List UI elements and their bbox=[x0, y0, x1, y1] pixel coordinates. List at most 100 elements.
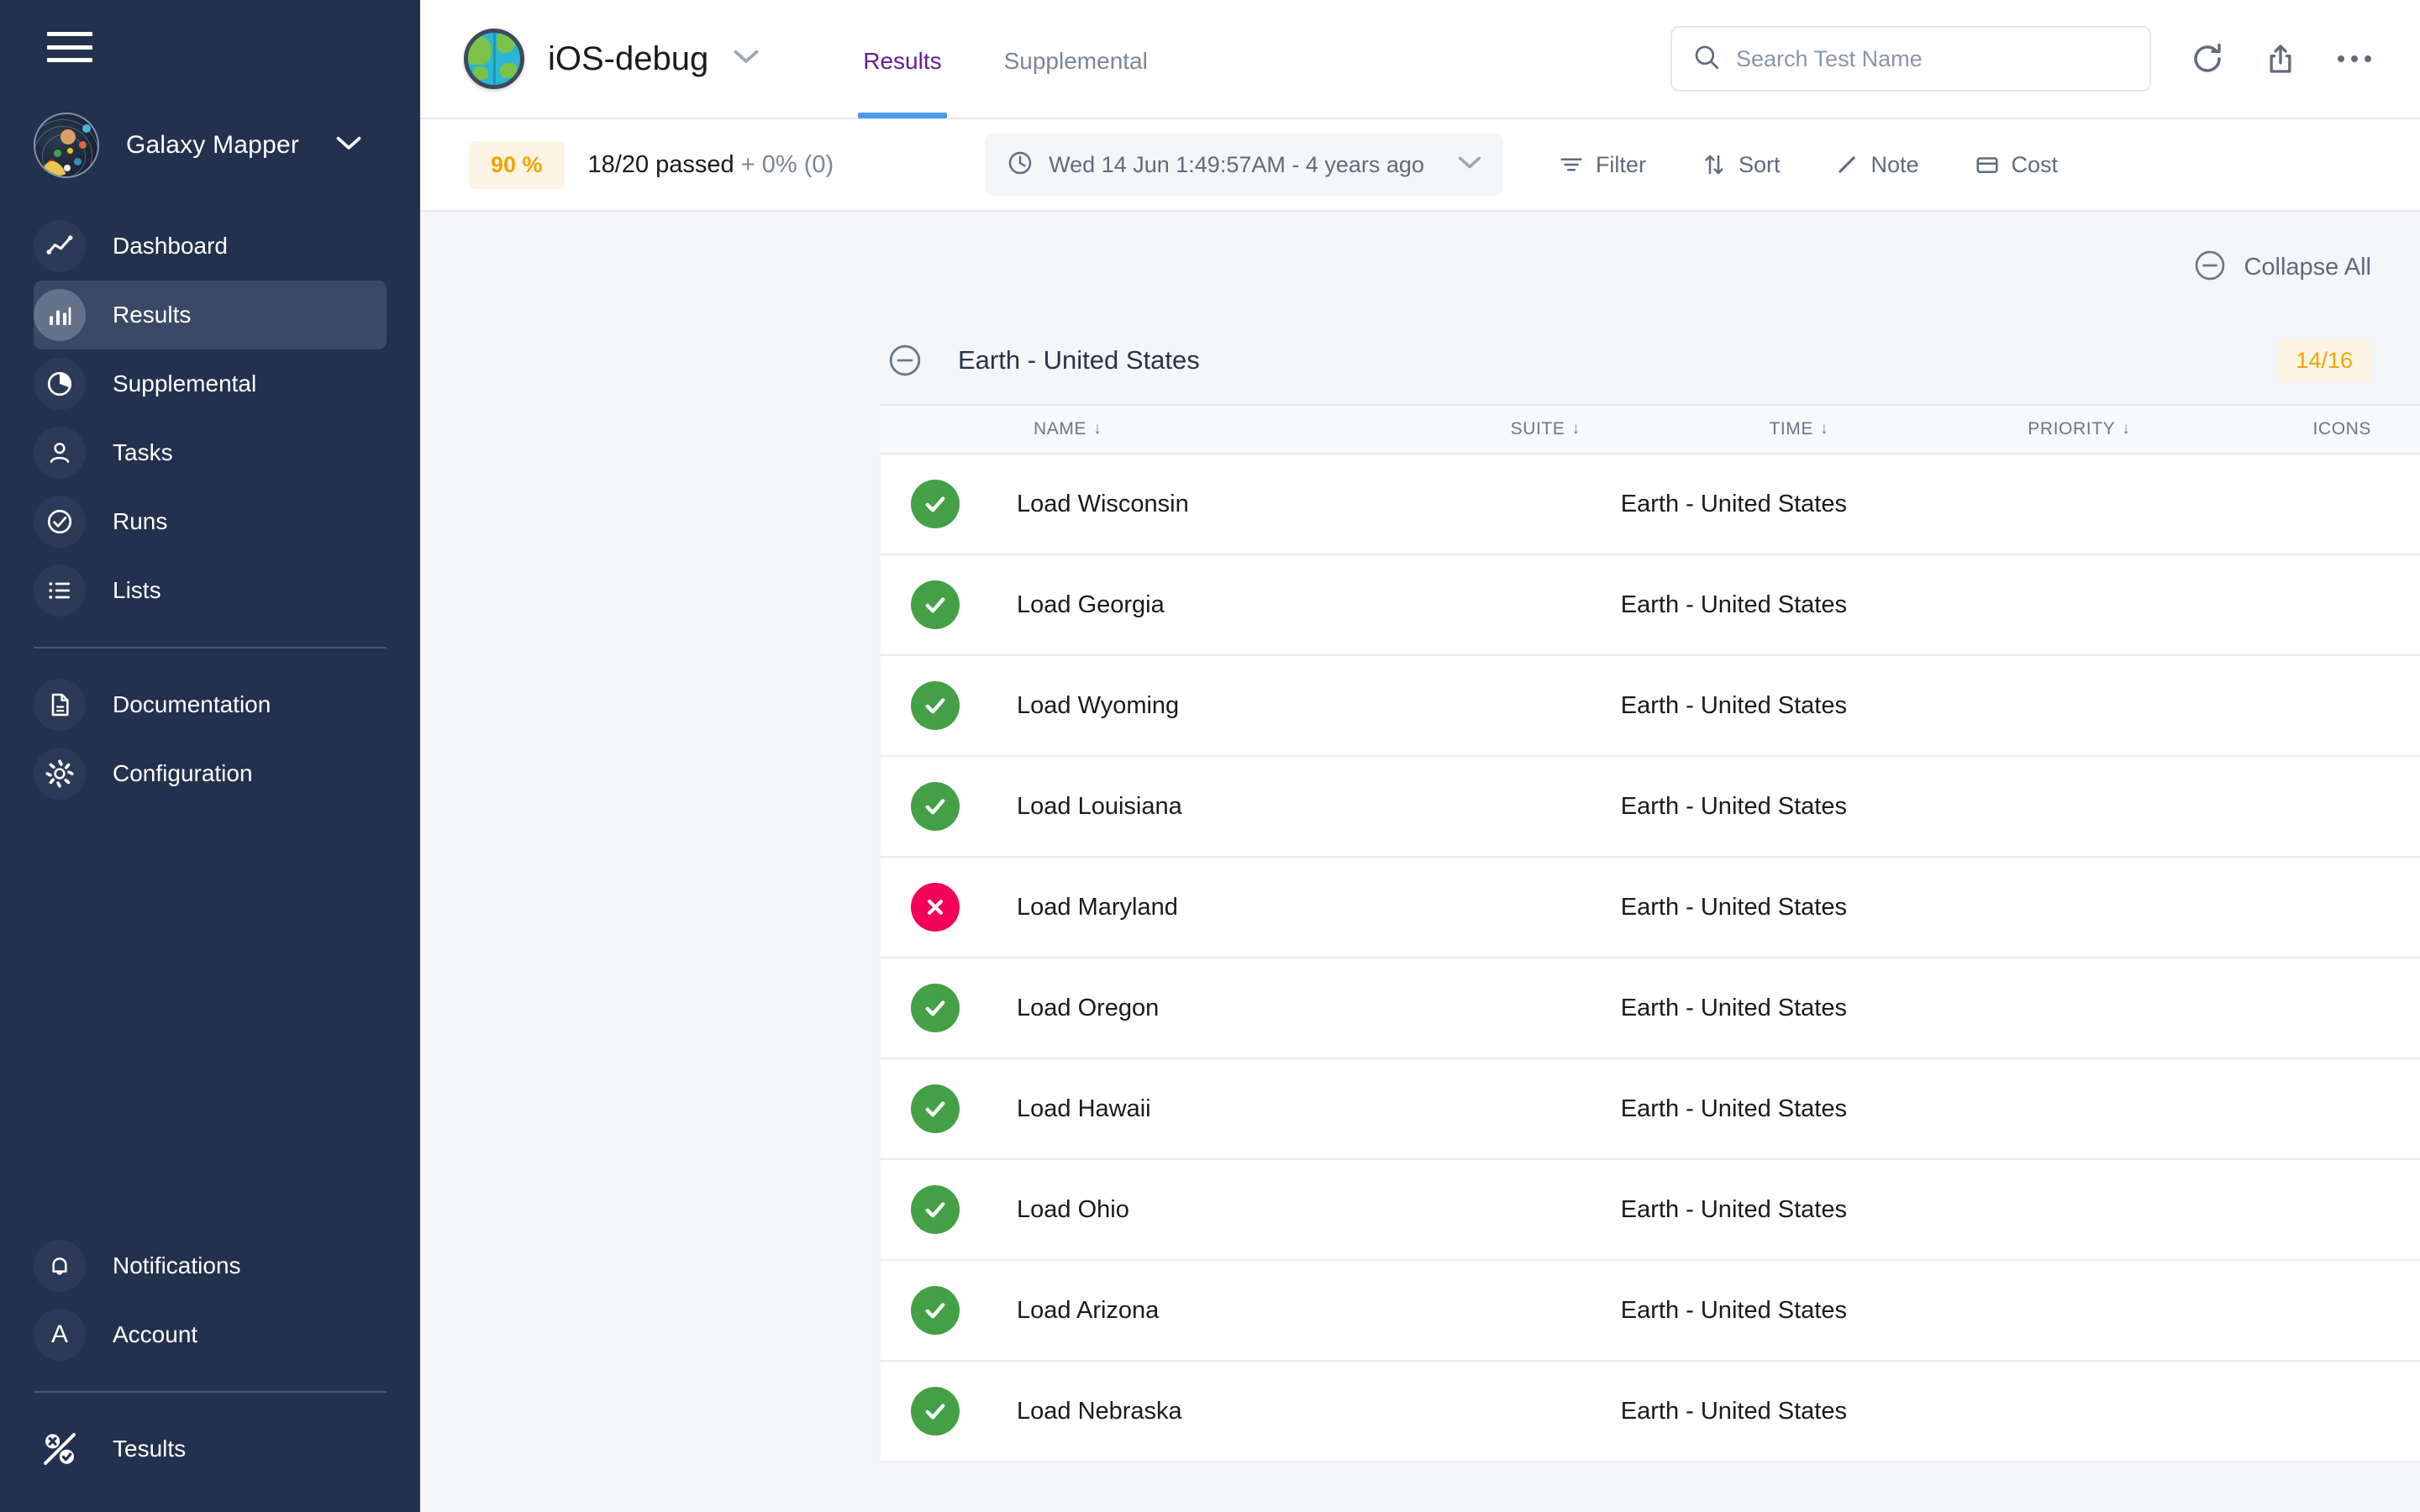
globe-land bbox=[473, 66, 488, 80]
filter-button[interactable]: Filter bbox=[1559, 152, 1646, 178]
column-header-priority-label: PRIORITY bbox=[2028, 419, 2116, 438]
more-options-icon[interactable] bbox=[2336, 53, 2373, 65]
sidebar-item-documentation[interactable]: Documentation bbox=[34, 670, 387, 739]
table-column-headers: NAME ↓ SUITE ↓ TIME ↓ PRIORITY ↓ ICONS bbox=[881, 404, 2420, 454]
refresh-icon[interactable] bbox=[2190, 41, 2225, 76]
pass-status-icon bbox=[911, 1286, 960, 1335]
project-selector[interactable]: iOS-debug bbox=[464, 29, 759, 89]
run-date-selector[interactable]: Wed 14 Jun 1:49:57AM - 4 years ago bbox=[985, 134, 1503, 196]
test-suite: Earth - United States bbox=[1620, 893, 1847, 921]
sort-button[interactable]: Sort bbox=[1702, 151, 1781, 178]
galaxy-avatar bbox=[34, 113, 99, 178]
pass-status-icon bbox=[911, 681, 960, 730]
sidebar-item-supplemental[interactable]: Supplemental bbox=[34, 349, 387, 418]
document-icon bbox=[34, 679, 86, 731]
pass-status-icon bbox=[911, 782, 960, 831]
sidebar-brand-tesults[interactable]: Tesults bbox=[34, 1415, 387, 1483]
pass-summary: 18/20 passed + 0% (0) bbox=[588, 151, 834, 179]
test-name: Load Nebraska bbox=[1017, 1397, 1182, 1425]
planet bbox=[67, 148, 73, 154]
list-icon bbox=[34, 564, 86, 617]
note-button[interactable]: Note bbox=[1835, 152, 1919, 178]
table-row[interactable]: Load Oregon Earth - United States bbox=[881, 958, 2420, 1059]
planet bbox=[64, 165, 71, 171]
search-input[interactable] bbox=[1736, 45, 2129, 72]
column-header-priority[interactable]: PRIORITY ↓ bbox=[2028, 419, 2312, 439]
test-name: Load Georgia bbox=[1017, 591, 1165, 618]
sidebar-item-tasks[interactable]: Tasks bbox=[34, 418, 387, 487]
pass-status-icon bbox=[911, 480, 960, 528]
test-suite: Earth - United States bbox=[1620, 591, 1847, 618]
top-bar-right bbox=[1670, 0, 2420, 118]
table-row[interactable]: Load Ohio Earth - United States bbox=[881, 1160, 2420, 1261]
table-row[interactable]: Load Arizona Earth - United States bbox=[881, 1261, 2420, 1362]
sidebar-item-notifications[interactable]: Notifications bbox=[34, 1231, 387, 1300]
test-name: Load Ohio bbox=[1017, 1195, 1129, 1223]
search-box[interactable] bbox=[1670, 26, 2151, 92]
bell-icon bbox=[34, 1240, 86, 1292]
sidebar-item-label: Results bbox=[113, 302, 192, 328]
column-header-icons[interactable]: ICONS bbox=[2313, 419, 2420, 439]
sort-label: Sort bbox=[1738, 151, 1781, 177]
pie-chart-icon bbox=[34, 358, 86, 410]
column-header-suite[interactable]: SUITE ↓ bbox=[1511, 419, 1770, 439]
sort-arrows-icon bbox=[1702, 152, 1727, 177]
chevron-down-icon[interactable] bbox=[734, 50, 759, 69]
chevron-down-icon[interactable] bbox=[336, 136, 361, 155]
table-row[interactable]: Load Maryland Earth - United States bbox=[881, 858, 2420, 958]
sidebar-item-lists[interactable]: Lists bbox=[34, 556, 387, 625]
person-icon bbox=[34, 427, 86, 479]
collapse-all-button[interactable]: Collapse All bbox=[420, 212, 2420, 286]
column-header-time[interactable]: TIME ↓ bbox=[1769, 419, 2028, 439]
sidebar-item-account[interactable]: A Account bbox=[34, 1300, 387, 1369]
results-table: Load Wisconsin Earth - United States Load … bbox=[881, 454, 2420, 1462]
group-header: Earth - United States 14/16 bbox=[420, 317, 2420, 404]
sidebar-item-configuration[interactable]: Configuration bbox=[34, 739, 387, 808]
cost-button[interactable]: Cost bbox=[1975, 152, 2058, 178]
share-icon[interactable] bbox=[2264, 42, 2297, 76]
pass-status-icon bbox=[911, 1387, 960, 1436]
sidebar-item-label: Account bbox=[113, 1321, 198, 1347]
group-toggle-icon[interactable] bbox=[887, 343, 923, 378]
test-name: Load Maryland bbox=[1017, 893, 1178, 921]
chevron-down-icon[interactable] bbox=[1458, 156, 1481, 174]
table-row[interactable]: Load Louisiana Earth - United States bbox=[881, 757, 2420, 858]
sidebar-item-runs[interactable]: Runs bbox=[34, 487, 387, 556]
sidebar-item-label: Configuration bbox=[113, 760, 253, 786]
planet bbox=[54, 150, 61, 157]
test-suite: Earth - United States bbox=[1620, 792, 1847, 820]
test-suite: Earth - United States bbox=[1620, 1095, 1847, 1122]
sidebar-item-dashboard[interactable]: Dashboard bbox=[34, 212, 387, 281]
sort-arrow-icon: ↓ bbox=[1093, 420, 1102, 438]
planet bbox=[82, 124, 91, 133]
sidebar-divider bbox=[34, 1391, 387, 1393]
column-header-name-label: NAME bbox=[1034, 419, 1087, 438]
table-row[interactable]: Load Nebraska Earth - United States bbox=[881, 1362, 2420, 1462]
test-suite: Earth - United States bbox=[1620, 1195, 1847, 1223]
clock-icon bbox=[1007, 150, 1034, 181]
tab-supplemental[interactable]: Supplemental bbox=[999, 48, 1153, 118]
test-name: Load Wyoming bbox=[1017, 691, 1180, 719]
pass-status-icon bbox=[911, 1185, 960, 1234]
sidebar-item-label: Supplemental bbox=[113, 370, 257, 396]
minus-circle-icon bbox=[2193, 249, 2227, 286]
table-row[interactable]: Load Wyoming Earth - United States bbox=[881, 656, 2420, 757]
filter-label: Filter bbox=[1595, 151, 1646, 177]
app-root: Galaxy Mapper Dashboard Results Suppleme… bbox=[0, 0, 2420, 1512]
globe-land bbox=[497, 33, 515, 53]
search-icon bbox=[1692, 43, 1721, 76]
table-row[interactable]: Load Georgia Earth - United States bbox=[881, 555, 2420, 656]
sidebar-item-results[interactable]: Results bbox=[34, 281, 387, 349]
hamburger-icon[interactable] bbox=[47, 32, 92, 62]
results-content: Collapse All Earth - United States 14/16… bbox=[420, 212, 2420, 1512]
sidebar-item-label: Lists bbox=[113, 577, 161, 603]
workspace-selector[interactable]: Galaxy Mapper bbox=[34, 113, 387, 178]
table-row[interactable]: Load Wisconsin Earth - United States bbox=[881, 454, 2420, 555]
tab-results[interactable]: Results bbox=[858, 48, 947, 118]
column-header-name[interactable]: NAME ↓ bbox=[881, 419, 1511, 439]
pass-status-icon bbox=[911, 1084, 960, 1133]
test-name: Load Oregon bbox=[1017, 994, 1160, 1021]
check-circle-icon bbox=[34, 496, 86, 548]
sidebar-item-label: Notifications bbox=[113, 1252, 241, 1278]
table-row[interactable]: Load Hawaii Earth - United States bbox=[881, 1059, 2420, 1160]
